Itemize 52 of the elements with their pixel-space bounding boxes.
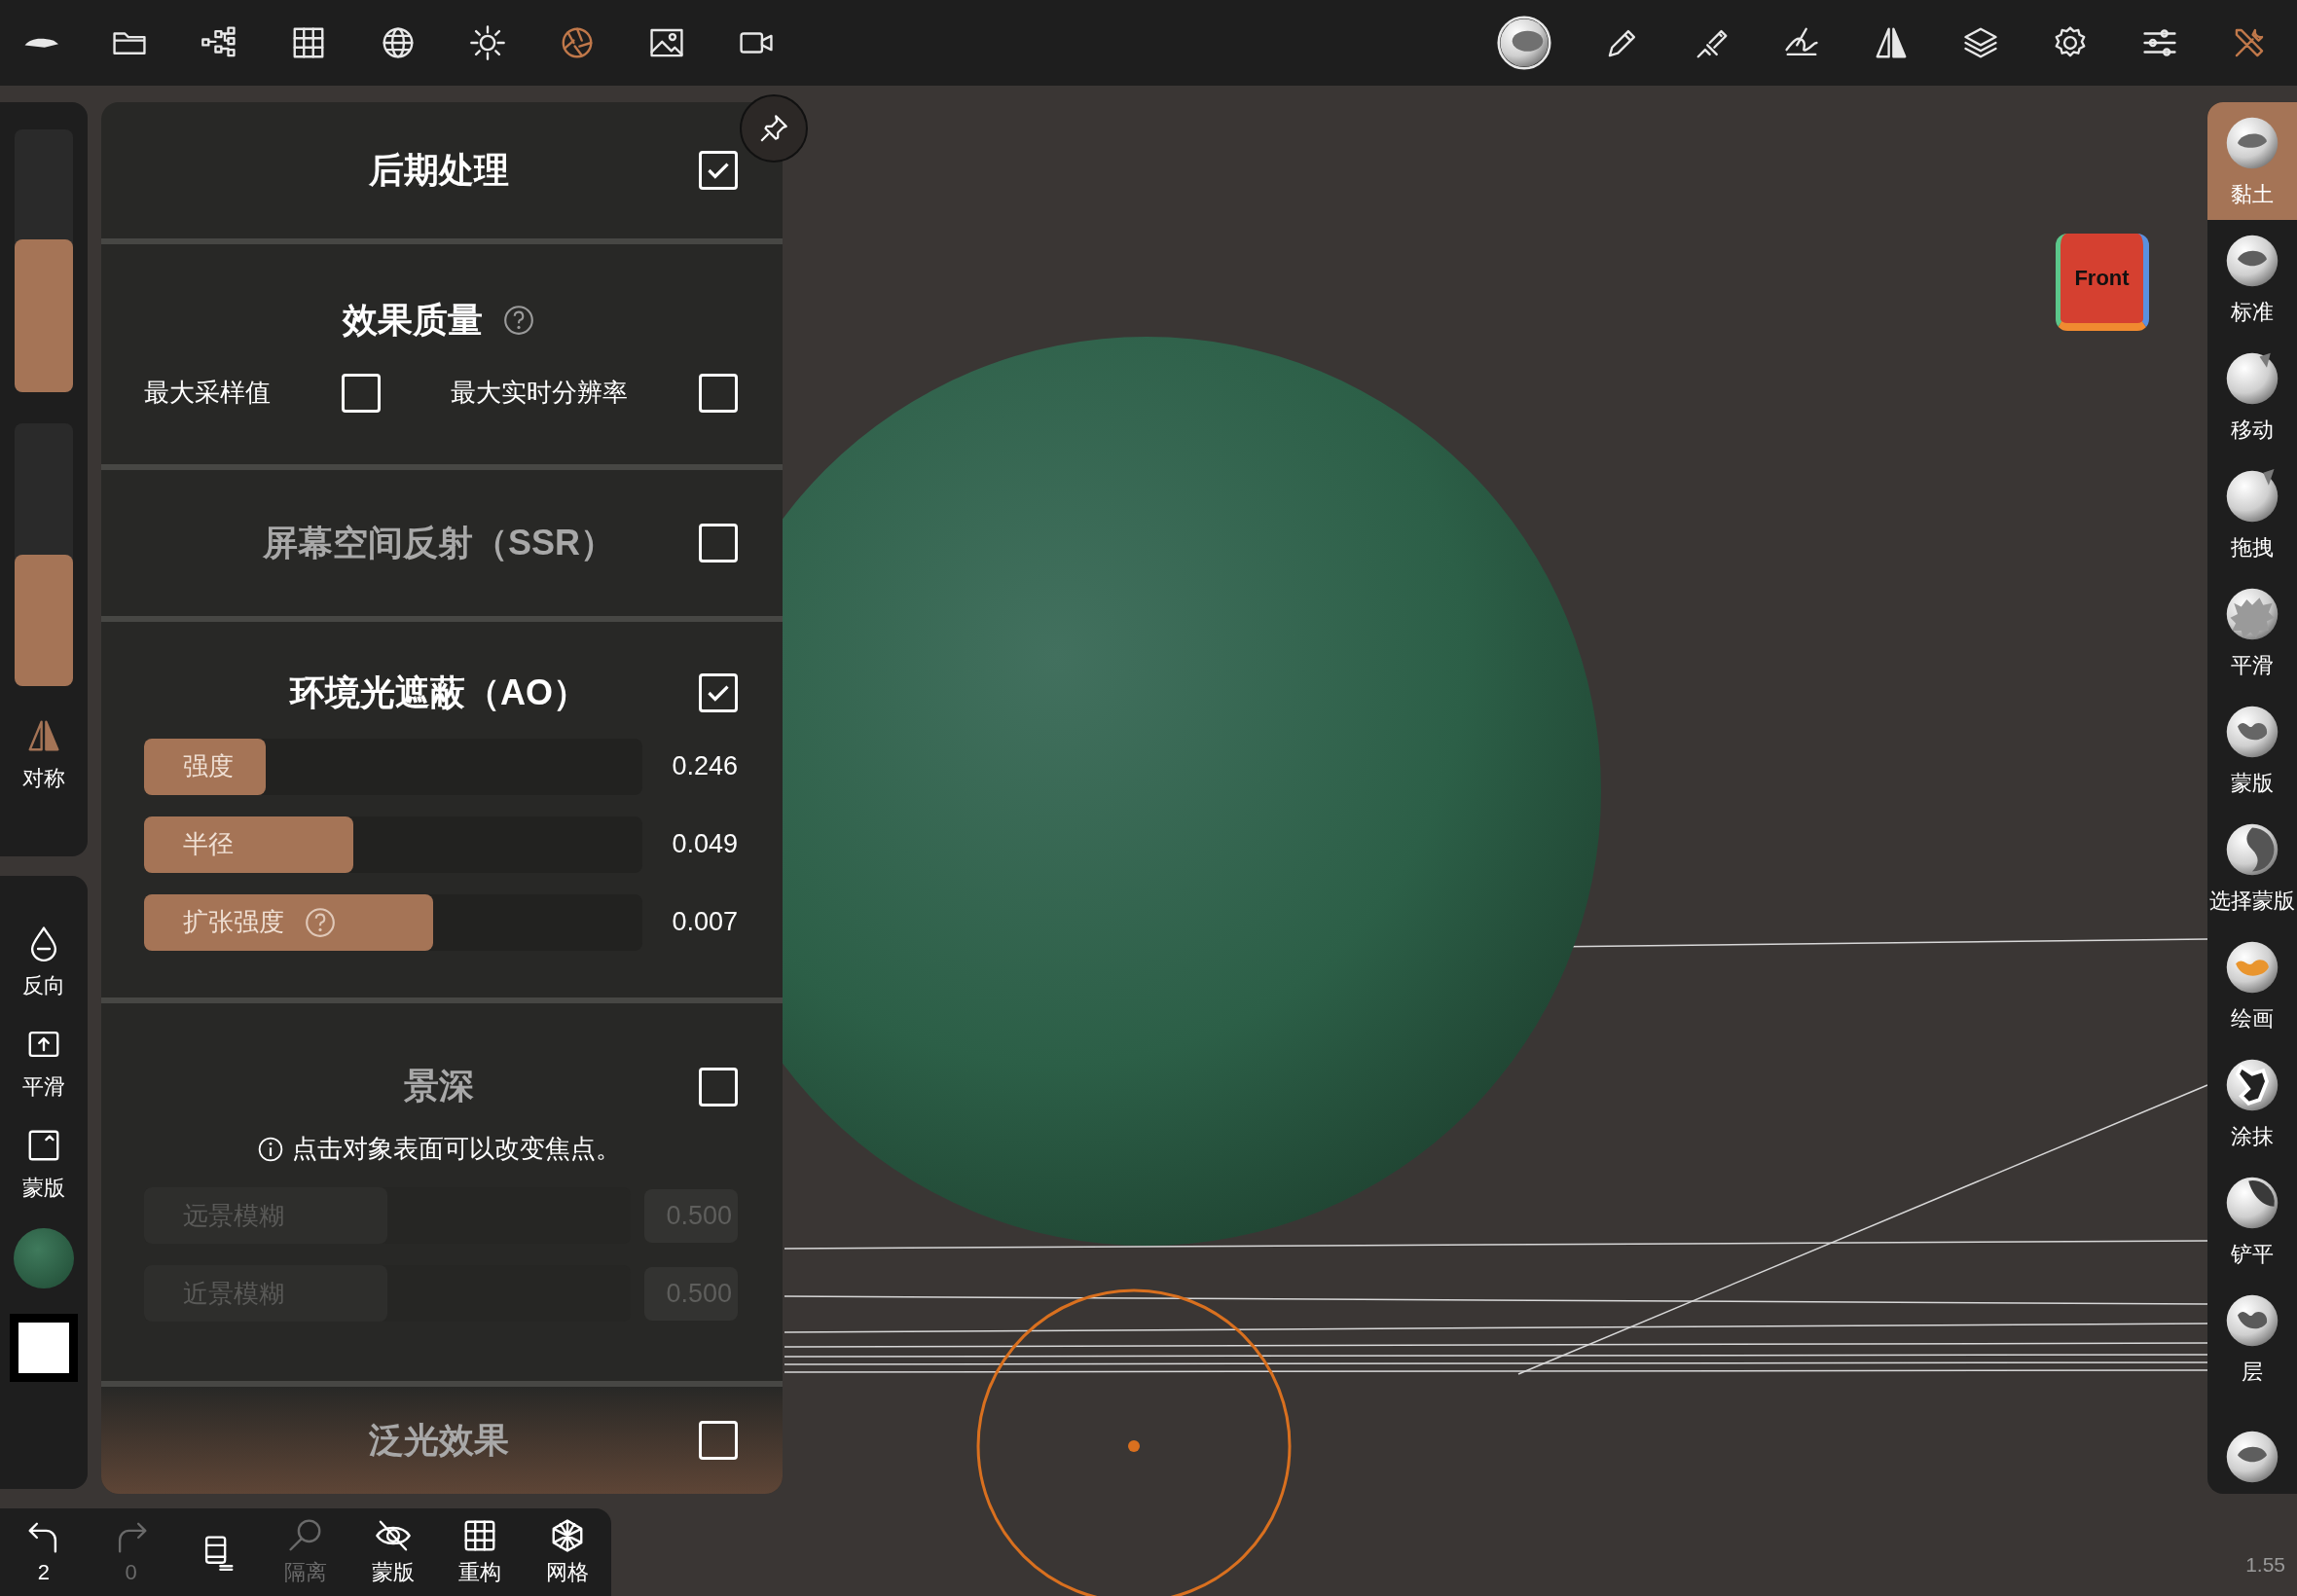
info-icon [257,1135,284,1163]
clay-brush-button[interactable]: 黏土 [2207,102,2297,220]
sun-icon[interactable] [469,24,506,61]
slider-label: 强度 [183,750,234,782]
invert-button[interactable]: 反向 [22,925,65,1000]
section-title: 屏幕空间反射（SSR） [263,521,615,564]
slider-label: 扩张强度 [183,906,284,938]
section-title: 景深 [404,1065,474,1107]
slider-value[interactable]: 0.246 [656,751,738,781]
hide-button[interactable]: 蒙版 [353,1517,432,1587]
checkbox[interactable] [699,524,738,562]
remesh-button[interactable]: 重构 [441,1517,520,1587]
flatten-brush-button[interactable]: 铲平 [2207,1162,2297,1280]
layer-brush-button[interactable]: 层 [2207,1280,2297,1397]
smooth-brush-button[interactable]: 平滑 [2207,573,2297,691]
option-label: 最大采样值 [144,377,271,409]
note-text: 点击对象表面可以改变焦点。 [292,1133,621,1165]
mask-brush-button[interactable]: 蒙版 [2207,691,2297,809]
undo-button[interactable]: 2 [4,1519,83,1585]
vertical-slider[interactable] [15,129,73,392]
smooth-button[interactable]: 平滑 [22,1026,65,1102]
version-number: 1.55 [2245,1553,2285,1577]
mask-button[interactable]: 蒙版 [22,1127,65,1203]
section-title: 效果质量 [343,298,483,342]
slider-value[interactable]: 0.007 [656,907,738,937]
section-title: 泛光效果 [369,1418,509,1462]
section-title: 环境光遮蔽（AO） [290,671,588,714]
smudge-brush-button[interactable]: 涂抹 [2207,1044,2297,1162]
checkbox[interactable] [341,373,381,413]
wireframe-button[interactable]: 网格 [529,1517,607,1587]
slider-label: 半径 [183,828,234,860]
brush-cursor-icon [976,1288,1292,1596]
paint-brush-button[interactable]: 绘画 [2207,926,2297,1044]
section-title: 后期处理 [369,148,509,192]
option-label: 最大实时分辨率 [451,377,629,409]
select-mask-brush-button[interactable]: 选择蒙版 [2207,809,2297,926]
drag-brush-button[interactable]: 拖拽 [2207,455,2297,573]
standard-brush-button[interactable]: 标准 [2207,220,2297,338]
checkbox[interactable] [699,1421,738,1460]
color-swatch[interactable] [10,1314,78,1382]
help-icon[interactable] [304,905,337,939]
view-cube[interactable]: Front [2056,234,2149,331]
symmetry-button[interactable]: 对称 [22,717,65,793]
move-brush-button[interactable]: 移动 [2207,338,2297,455]
checkbox[interactable] [699,1067,738,1106]
sphere-icon[interactable] [1497,16,1551,70]
checkbox[interactable] [699,151,738,190]
checkbox[interactable] [698,373,738,413]
help-icon[interactable] [502,304,535,337]
slider-value[interactable]: 0.049 [656,829,738,859]
checkbox[interactable] [699,673,738,712]
vertical-slider[interactable] [15,423,73,686]
